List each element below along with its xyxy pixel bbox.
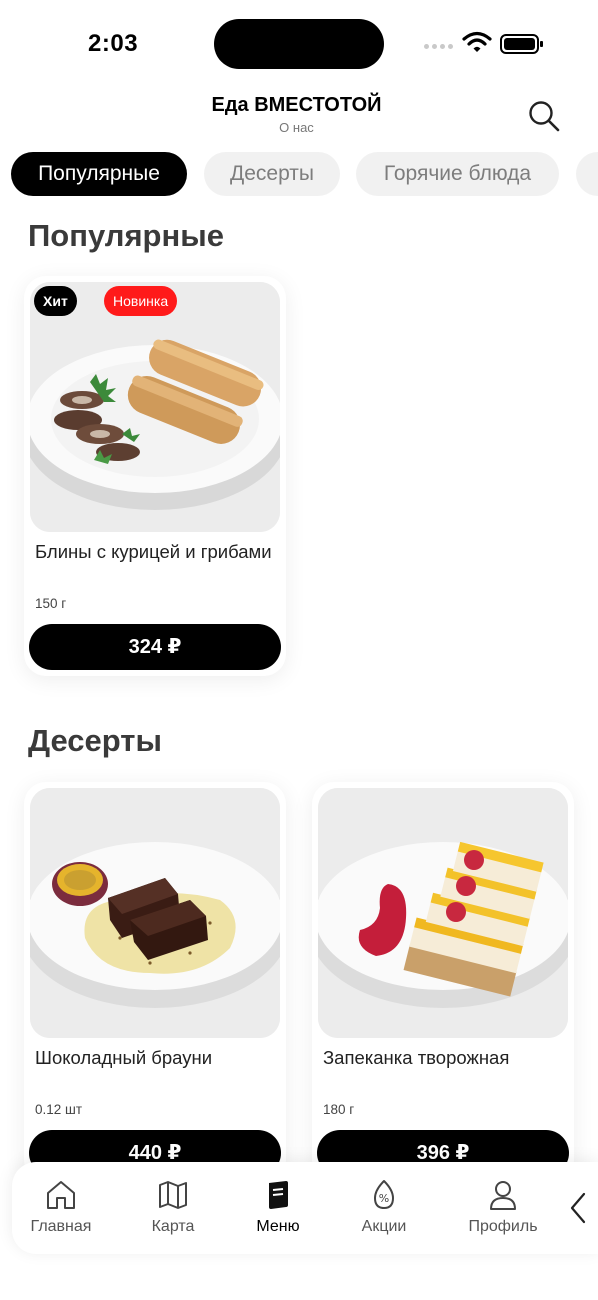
home-icon	[47, 1181, 75, 1209]
product-name: Запеканка творожная	[323, 1047, 510, 1068]
battery-icon	[500, 34, 543, 54]
product-weight: 180 г	[323, 1102, 355, 1117]
add-to-cart-button[interactable]: 324 ₽	[29, 624, 281, 670]
badge-new: Новинка	[104, 286, 178, 316]
svg-text:%: %	[379, 1192, 389, 1205]
about-link[interactable]: О нас	[0, 120, 593, 135]
product-image-casserole	[318, 788, 568, 1038]
nav-label: Меню	[256, 1218, 300, 1235]
profile-icon	[490, 1181, 516, 1210]
status-time: 2:03	[88, 30, 139, 57]
tab-desserts[interactable]: Десерты	[204, 152, 340, 196]
product-image-pancakes	[30, 282, 280, 532]
map-icon	[159, 1181, 187, 1209]
app-header: Еда ВМЕСТОТОЙ О нас	[0, 88, 598, 148]
signal-icon	[424, 42, 454, 50]
badge-hit: Хит	[34, 286, 77, 316]
product-name: Шоколадный брауни	[35, 1047, 213, 1068]
nav-label: Главная	[30, 1218, 92, 1235]
dynamic-island	[214, 19, 384, 69]
tab-popular[interactable]: Популярные	[11, 152, 187, 196]
nav-label: Карта	[151, 1218, 195, 1235]
nav-item-home[interactable]: Главная	[6, 1162, 116, 1254]
tab-hot-dishes[interactable]: Горячие блюда	[356, 152, 559, 196]
discount-icon: %	[374, 1180, 394, 1209]
section-title-popular: Популярные	[28, 218, 224, 253]
section-title-desserts: Десерты	[28, 723, 162, 758]
restaurant-title[interactable]: Еда ВМЕСТОТОЙ	[0, 94, 593, 117]
product-card[interactable]: Хит Новинка Блины с курицей и грибами 15…	[24, 276, 286, 676]
status-bar: 2:03	[0, 0, 598, 88]
tab-more[interactable]	[576, 152, 598, 196]
chevron-left-icon[interactable]	[564, 1190, 594, 1226]
bottom-navigation: Главная Карта Меню % Акции Профиль	[12, 1162, 598, 1254]
product-name: Блины с курицей и грибами	[35, 541, 272, 562]
category-tabs: Популярные Десерты Горячие блюда	[0, 152, 598, 198]
wifi-icon	[462, 31, 492, 52]
nav-item-profile[interactable]: Профиль	[448, 1162, 558, 1254]
search-icon[interactable]	[526, 98, 562, 134]
product-image-brownie	[30, 788, 280, 1038]
menu-icon	[269, 1181, 288, 1209]
nav-item-menu[interactable]: Меню	[223, 1162, 333, 1254]
product-card[interactable]: Запеканка творожная 180 г 396 ₽	[312, 782, 574, 1182]
nav-item-promotions[interactable]: % Акции	[329, 1162, 439, 1254]
product-weight: 150 г	[35, 596, 67, 611]
nav-label: Профиль	[468, 1218, 538, 1235]
product-card[interactable]: Шоколадный брауни 0.12 шт 440 ₽	[24, 782, 286, 1182]
nav-item-map[interactable]: Карта	[118, 1162, 228, 1254]
nav-label: Акции	[361, 1218, 407, 1235]
product-weight: 0.12 шт	[35, 1102, 83, 1117]
